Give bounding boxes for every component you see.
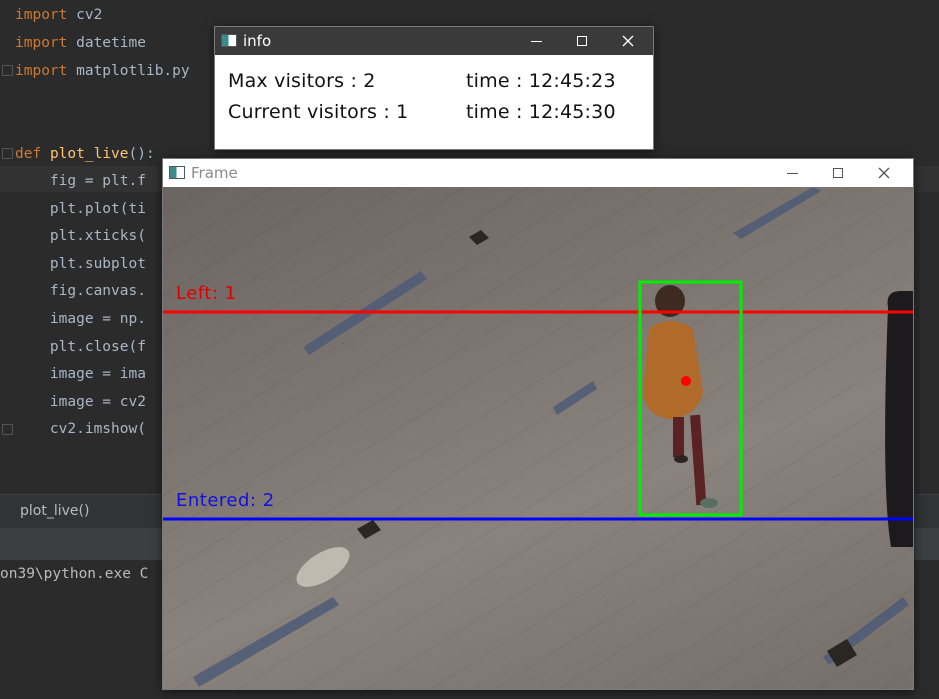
frame-window[interactable]: Frame Left: 1 Entered: 2 [162, 158, 914, 690]
close-icon [878, 167, 890, 179]
code-line: import matplotlib.py [15, 63, 190, 79]
floor-stripes [193, 187, 909, 687]
entered-count-label: Entered: 2 [176, 490, 275, 511]
close-button[interactable] [861, 159, 907, 187]
code-line: fig.canvas. [15, 283, 146, 299]
code-line: image = ima [15, 366, 146, 382]
person [643, 285, 718, 508]
window-app-icon [221, 34, 237, 47]
code-line: plt.xticks( [15, 228, 146, 244]
current-visitors-label: Current visitors : 1 [228, 101, 409, 123]
fold-marker-icon[interactable] [2, 65, 13, 76]
centroid-dot [681, 376, 691, 386]
console-text: on39\python.exe C [0, 566, 149, 582]
fold-marker-icon[interactable] [2, 424, 13, 435]
close-icon [622, 35, 634, 47]
close-button[interactable] [605, 27, 651, 55]
fold-marker-icon[interactable] [2, 148, 13, 159]
max-visitors-time: time : 12:45:23 [466, 70, 616, 92]
code-line: import datetime [15, 35, 146, 51]
code-line: cv2.imshow( [15, 421, 146, 437]
code-line: def plot_live(): [15, 146, 155, 162]
chair-silhouette [885, 291, 913, 547]
frame-scene [163, 187, 913, 687]
floor-dark-tiles [357, 230, 857, 667]
maximize-button[interactable] [815, 159, 861, 187]
maximize-icon [833, 168, 843, 178]
code-line: image = cv2 [15, 394, 146, 410]
max-visitors-label: Max visitors : 2 [228, 70, 376, 92]
minimize-icon [786, 172, 798, 174]
frame-titlebar[interactable]: Frame [163, 159, 913, 187]
info-window[interactable]: info Max visitors : 2 time : 12:45:23 Cu… [214, 26, 654, 150]
code-line: plt.subplot [15, 256, 146, 272]
minimize-icon [530, 40, 542, 42]
breadcrumb-label[interactable]: plot_live() [20, 503, 89, 519]
maximize-button[interactable] [559, 27, 605, 55]
code-line: fig = plt.f [15, 173, 146, 189]
code-line: plt.plot(ti [15, 201, 146, 217]
minimize-button[interactable] [513, 27, 559, 55]
code-line: plt.close(f [15, 339, 146, 355]
code-line: import cv2 [15, 7, 103, 23]
minimize-button[interactable] [769, 159, 815, 187]
info-content: Max visitors : 2 time : 12:45:23 Current… [215, 55, 653, 149]
current-visitors-time: time : 12:45:30 [466, 101, 616, 123]
left-count-label: Left: 1 [176, 283, 237, 304]
info-titlebar[interactable]: info [215, 27, 653, 55]
window-title: info [243, 32, 272, 50]
window-app-icon [169, 166, 185, 179]
floor-reflection [296, 547, 350, 587]
video-frame: Left: 1 Entered: 2 [163, 187, 913, 689]
maximize-icon [577, 36, 587, 46]
code-line: image = np. [15, 311, 146, 327]
window-title: Frame [191, 164, 238, 182]
